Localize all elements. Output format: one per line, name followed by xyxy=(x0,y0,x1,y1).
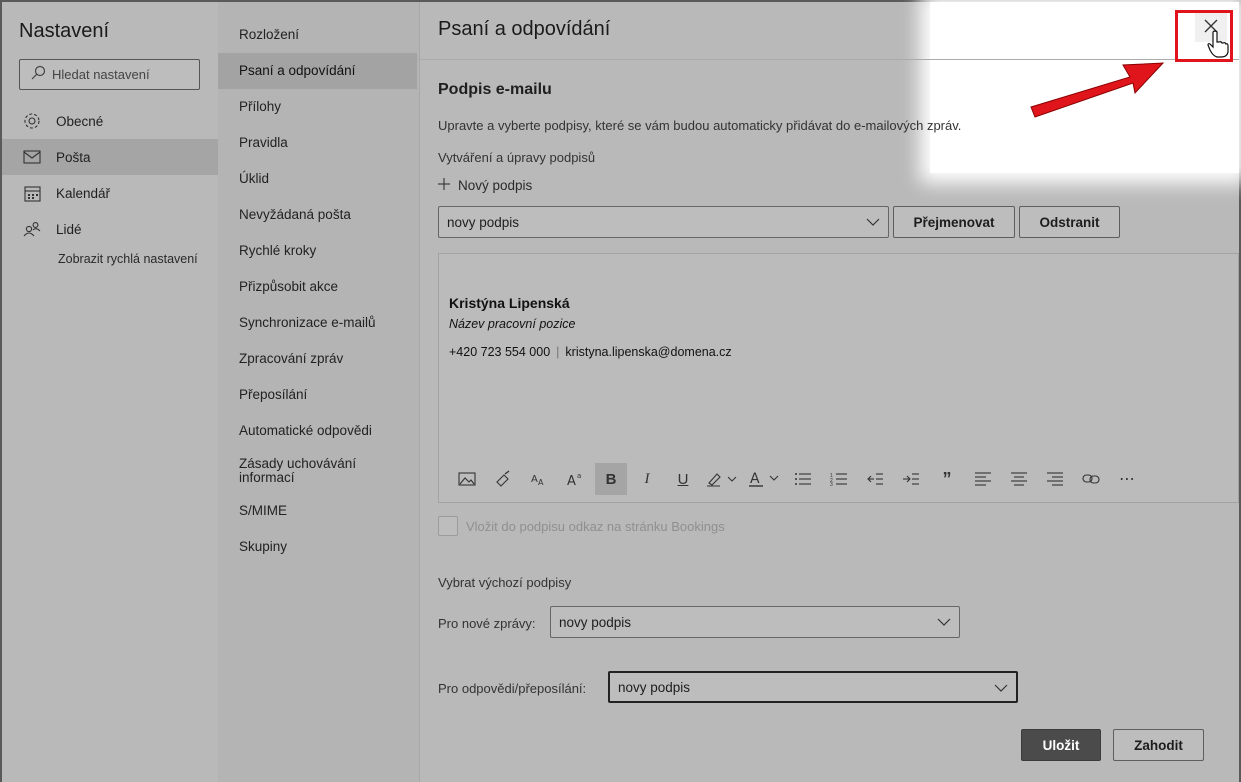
italic-button[interactable]: I xyxy=(629,463,665,495)
menu-item-message-handling[interactable]: Zpracování zpráv xyxy=(218,341,417,377)
bookings-checkbox-label: Vložit do podpisu odkaz na stránku Booki… xyxy=(466,519,725,534)
decrease-indent-icon[interactable] xyxy=(857,463,893,495)
nav-item-label: Kalendář xyxy=(56,185,111,201)
create-edit-label: Vytváření a úpravy podpisů xyxy=(438,150,596,165)
font-size-icon[interactable]: AA xyxy=(521,463,557,495)
chevron-down-icon xyxy=(866,216,880,231)
increase-indent-icon[interactable] xyxy=(893,463,929,495)
menu-item-retention[interactable]: Zásady uchovávání informací xyxy=(218,453,368,489)
signature-role: Název pracovní pozice xyxy=(449,317,576,331)
settings-title: Nastavení xyxy=(19,20,110,42)
signature-phone: +420 723 554 000 xyxy=(449,345,551,359)
mail-icon xyxy=(22,150,42,164)
menu-item-attachments[interactable]: Přílohy xyxy=(218,89,417,125)
italic-label: I xyxy=(644,470,650,487)
chevron-down-icon xyxy=(994,682,1008,697)
link-icon[interactable] xyxy=(1073,463,1109,495)
menu-item-forwarding[interactable]: Přeposílání xyxy=(218,377,417,413)
menu-item-groups[interactable]: Skupiny xyxy=(218,529,417,565)
new-messages-select[interactable]: novy podpis xyxy=(550,606,960,638)
signature-select[interactable]: novy podpis xyxy=(438,206,889,238)
menu-item-customize-actions[interactable]: Přizpůsobit akce xyxy=(218,269,417,305)
section-title: Podpis e-mailu xyxy=(438,81,552,98)
signature-separator: | xyxy=(556,345,560,359)
discard-button[interactable]: Zahodit xyxy=(1113,729,1204,761)
svg-text:A: A xyxy=(538,478,544,487)
bullet-list-icon[interactable] xyxy=(785,463,821,495)
format-painter-icon[interactable] xyxy=(485,463,521,495)
underline-label: U xyxy=(677,470,689,488)
bookings-checkbox[interactable] xyxy=(438,516,458,536)
replies-label: Pro odpovědi/přeposílání: xyxy=(438,681,587,696)
menu-item-sync-email[interactable]: Synchronizace e-mailů xyxy=(218,305,417,341)
numbered-list-icon[interactable]: 123 xyxy=(821,463,857,495)
default-signatures-title: Vybrat výchozí podpisy xyxy=(438,575,572,590)
settings-nav: Nastavení Hledat nastavení Obecné Pošta … xyxy=(2,2,218,782)
save-button[interactable]: Uložit xyxy=(1021,729,1101,761)
nav-item-label: Pošta xyxy=(56,149,91,165)
nav-item-people[interactable]: Lidé xyxy=(2,211,218,247)
page-title: Psaní a odpovídání xyxy=(438,18,611,40)
formatting-toolbar: AA Aa B I U A 123 ” ⋯ xyxy=(449,463,1145,495)
delete-button[interactable]: Odstranit xyxy=(1019,206,1120,238)
red-arrow-icon xyxy=(1030,62,1165,118)
menu-item-sweep[interactable]: Úklid xyxy=(218,161,417,197)
menu-item-junk[interactable]: Nevyžádaná pošta xyxy=(218,197,417,233)
settings-search-input[interactable]: Hledat nastavení xyxy=(19,59,200,90)
section-description: Upravte a vyberte podpisy, které se vám … xyxy=(438,118,962,133)
svg-text:3: 3 xyxy=(830,482,833,486)
replies-select[interactable]: novy podpis xyxy=(608,671,1018,703)
quote-button[interactable]: ” xyxy=(929,463,965,495)
menu-item-compose-reply[interactable]: Psaní a odpovídání xyxy=(218,53,417,89)
nav-item-calendar[interactable]: Kalendář xyxy=(2,175,218,211)
nav-item-mail[interactable]: Pošta xyxy=(2,139,218,175)
svg-text:A: A xyxy=(567,474,576,487)
new-signature-button[interactable]: Nový podpis xyxy=(438,178,532,193)
underline-button[interactable]: U xyxy=(665,463,701,495)
nav-item-label: Lidé xyxy=(56,221,82,237)
superscript-icon[interactable]: Aa xyxy=(557,463,593,495)
new-signature-label: Nový podpis xyxy=(458,178,533,193)
plus-icon xyxy=(438,178,450,193)
menu-item-layout[interactable]: Rozložení xyxy=(218,17,417,53)
align-left-icon[interactable] xyxy=(965,463,1001,495)
calendar-icon xyxy=(22,185,42,202)
rename-button[interactable]: Přejmenovat xyxy=(893,206,1015,238)
highlight-box xyxy=(1175,10,1233,62)
bold-button[interactable]: B xyxy=(595,463,627,495)
signature-select-value: novy podpis xyxy=(447,214,520,230)
people-icon xyxy=(22,221,42,237)
align-right-icon[interactable] xyxy=(1037,463,1073,495)
menu-item-auto-replies[interactable]: Automatické odpovědi xyxy=(218,413,417,449)
new-messages-value: novy podpis xyxy=(559,614,632,630)
align-center-icon[interactable] xyxy=(1001,463,1037,495)
new-messages-label: Pro nové zprávy: xyxy=(438,616,536,631)
signature-contact: +420 723 554 000 | kristyna.lipenska@dom… xyxy=(449,345,732,359)
search-icon xyxy=(30,65,46,84)
nav-item-general[interactable]: Obecné xyxy=(2,103,218,139)
chevron-down-icon xyxy=(937,616,951,631)
quick-settings-link[interactable]: Zobrazit rychlá nastavení xyxy=(58,253,198,266)
gear-icon xyxy=(22,112,42,130)
search-placeholder: Hledat nastavení xyxy=(52,67,150,82)
more-options-button[interactable]: ⋯ xyxy=(1109,463,1145,495)
svg-text:A: A xyxy=(750,471,760,487)
svg-text:A: A xyxy=(531,474,538,485)
font-color-icon[interactable]: A xyxy=(743,463,785,495)
menu-item-rules[interactable]: Pravidla xyxy=(218,125,417,161)
replies-value: novy podpis xyxy=(618,679,691,695)
insert-image-icon[interactable] xyxy=(449,463,485,495)
nav-item-label: Obecné xyxy=(56,113,104,129)
menu-item-smime[interactable]: S/MIME xyxy=(218,493,417,529)
menu-item-quick-steps[interactable]: Rychlé kroky xyxy=(218,233,417,269)
bold-label: B xyxy=(605,470,617,488)
mail-settings-menu: Rozložení Psaní a odpovídání Přílohy Pra… xyxy=(218,2,419,782)
signature-name: Kristýna Lipenská xyxy=(449,295,570,311)
svg-text:a: a xyxy=(577,472,581,480)
highlight-color-icon[interactable] xyxy=(701,463,743,495)
signature-email: kristyna.lipenska@domena.cz xyxy=(565,345,732,359)
